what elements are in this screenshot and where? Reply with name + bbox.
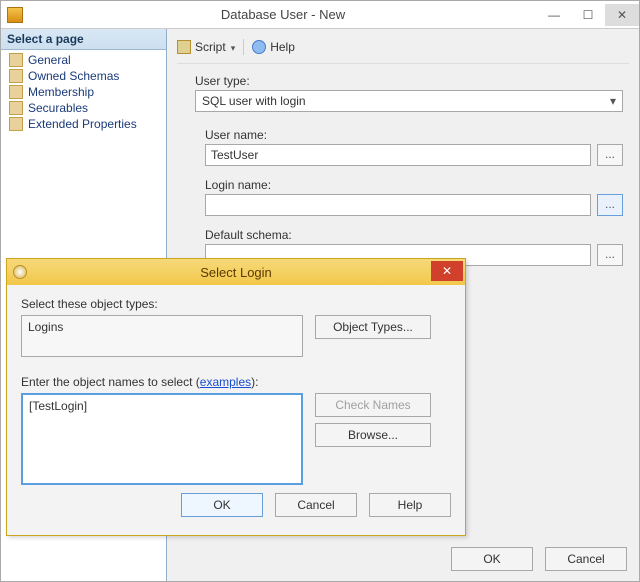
sidebar-item-securables[interactable]: Securables [1,100,166,116]
window-title: Database User - New [29,7,537,22]
loginname-input[interactable] [205,194,591,216]
page-icon [9,53,23,67]
separator [243,39,244,55]
page-icon [9,69,23,83]
sidebar-item-extended-properties[interactable]: Extended Properties [1,116,166,132]
window-buttons: — ☐ ✕ [537,4,639,26]
ok-button[interactable]: OK [451,547,533,571]
script-button[interactable]: Script [177,40,235,54]
defaultschema-label: Default schema: [205,228,623,242]
objectnames-label: Enter the object names to select (exampl… [21,375,451,389]
objecttypes-box: Logins [21,315,303,357]
defaultschema-browse-button[interactable]: ... [597,244,623,266]
help-button[interactable]: Help [252,40,295,54]
close-button[interactable]: ✕ [605,4,639,26]
page-icon [9,85,23,99]
usertype-value: SQL user with login [202,94,306,108]
objecttypes-label: Select these object types: [21,297,451,311]
objecttypes-value: Logins [28,320,63,334]
chevron-down-icon [230,40,236,54]
sidebar-header: Select a page [1,29,166,50]
form-area: User type: SQL user with login User name… [177,74,629,266]
help-icon [252,40,266,54]
username-browse-button[interactable]: ... [597,144,623,166]
select-login-dialog: Select Login ✕ Select these object types… [6,258,466,536]
usertype-label: User type: [195,74,623,88]
sidebar-item-general[interactable]: General [1,52,166,68]
examples-link[interactable]: examples [200,375,251,389]
objecttypes-button[interactable]: Object Types... [315,315,431,339]
app-icon [7,7,23,23]
minimize-button[interactable]: — [537,4,571,26]
dialog-title: Select Login [7,265,465,280]
script-icon [177,40,191,54]
username-input[interactable] [205,144,591,166]
loginname-browse-button[interactable]: ... [597,194,623,216]
sidebar-item-owned-schemas[interactable]: Owned Schemas [1,68,166,84]
dialog-cancel-button[interactable]: Cancel [275,493,357,517]
sidebar-item-label: Securables [28,101,88,115]
sidebar-item-label: Owned Schemas [28,69,119,83]
main-footer: OK Cancel [451,547,627,571]
help-label: Help [270,40,295,54]
sidebar-items: General Owned Schemas Membership Securab… [1,50,166,134]
cancel-button[interactable]: Cancel [545,547,627,571]
sidebar-item-label: Membership [28,85,94,99]
sidebar-item-membership[interactable]: Membership [1,84,166,100]
page-icon [9,101,23,115]
usertype-select[interactable]: SQL user with login [195,90,623,112]
field-block: User name: ... Login name: ... [195,128,623,266]
username-label: User name: [205,128,623,142]
objectnames-value: [TestLogin] [29,399,87,413]
checknames-button[interactable]: Check Names [315,393,431,417]
dialog-body: Select these object types: Logins Object… [7,285,465,493]
dialog-help-button[interactable]: Help [369,493,451,517]
sidebar-item-label: Extended Properties [28,117,137,131]
page-icon [9,117,23,131]
browse-button[interactable]: Browse... [315,423,431,447]
chevron-down-icon [610,94,616,108]
sidebar-item-label: General [28,53,71,67]
script-label: Script [195,40,226,54]
dialog-titlebar: Select Login ✕ [7,259,465,285]
dialog-footer: OK Cancel Help [7,493,465,529]
toolbar: Script Help [177,37,629,64]
loginname-label: Login name: [205,178,623,192]
objectnames-input[interactable]: [TestLogin] [21,393,303,485]
maximize-button[interactable]: ☐ [571,4,605,26]
dialog-ok-button[interactable]: OK [181,493,263,517]
titlebar: Database User - New — ☐ ✕ [1,1,639,29]
